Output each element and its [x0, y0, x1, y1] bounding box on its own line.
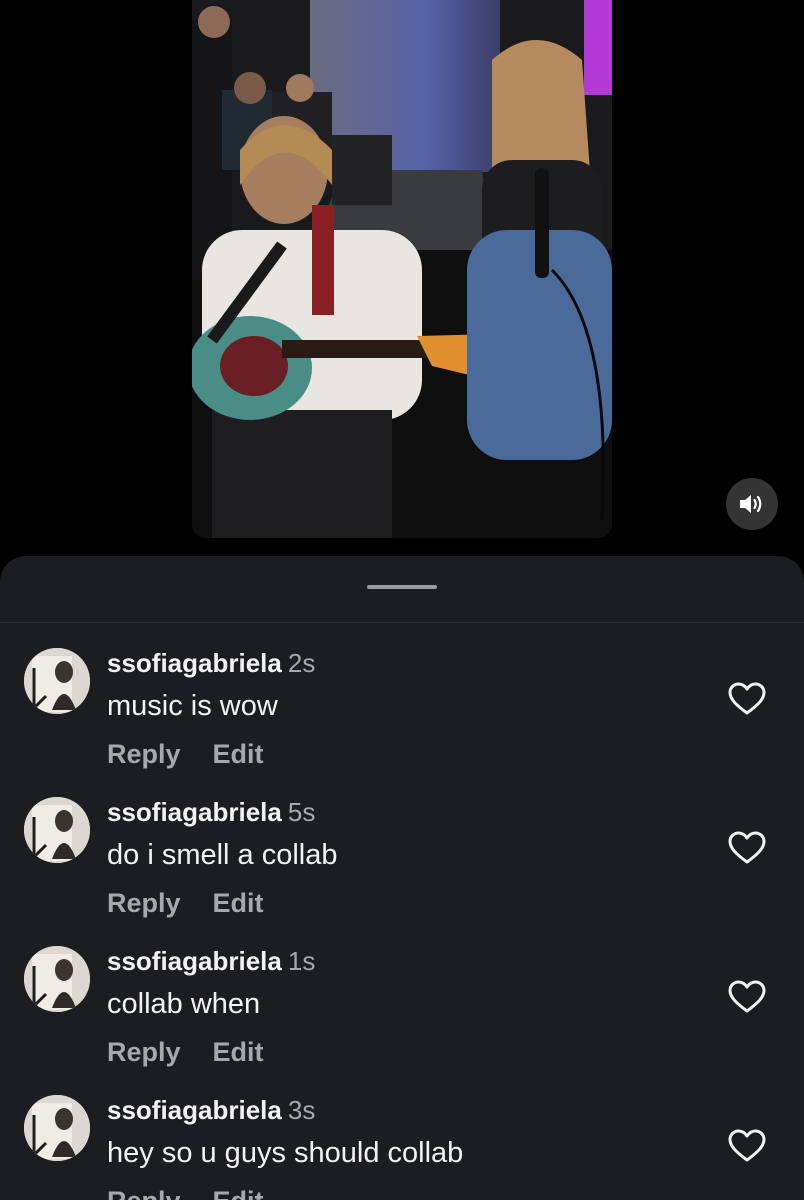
reply-button[interactable]: Reply [107, 888, 181, 918]
like-heart-icon[interactable] [728, 980, 766, 1014]
reply-button[interactable]: Reply [107, 739, 181, 769]
sheet-divider [0, 622, 804, 623]
comment-text: music is wow [107, 690, 278, 722]
comment-actions: Reply Edit [107, 738, 264, 770]
comment-header: ssofiagabriela 3s [107, 1095, 315, 1125]
comment-text: hey so u guys should collab [107, 1137, 464, 1169]
comment-item: ssofiagabriela 3s hey so u guys should co… [0, 1095, 804, 1200]
avatar-photo [24, 797, 90, 863]
comment-item: ssofiagabriela 2s music is wow Reply Edit [0, 648, 804, 797]
video-area [0, 0, 804, 560]
avatar[interactable] [24, 648, 90, 714]
comment-actions: Reply Edit [107, 887, 264, 919]
comment-item: ssofiagabriela 1s collab when Reply Edit [0, 946, 804, 1095]
avatar-photo [24, 1095, 90, 1161]
comment-text: do i smell a collab [107, 839, 338, 871]
comment-timestamp: 5s [287, 797, 316, 827]
avatar[interactable] [24, 946, 90, 1012]
edit-button[interactable]: Edit [213, 1037, 264, 1067]
comment-timestamp: 2s [287, 648, 316, 678]
speaker-on-icon [740, 495, 762, 513]
sound-toggle-button[interactable] [726, 478, 778, 530]
comment-username[interactable]: ssofiagabriela [107, 1095, 282, 1125]
avatar[interactable] [24, 797, 90, 863]
comment-username[interactable]: ssofiagabriela [107, 797, 282, 827]
avatar-photo [24, 648, 90, 714]
comment-item: ssofiagabriela 5s do i smell a collab Rep… [0, 797, 804, 946]
reply-button[interactable]: Reply [107, 1037, 181, 1067]
video-frame [192, 0, 612, 538]
reply-button[interactable]: Reply [107, 1186, 181, 1200]
comments-sheet: ssofiagabriela 2s music is wow Reply Edit … [0, 556, 804, 1200]
edit-button[interactable]: Edit [213, 739, 264, 769]
drag-handle[interactable] [367, 585, 437, 589]
comment-text: collab when [107, 988, 261, 1020]
comment-actions: Reply Edit [107, 1036, 264, 1068]
comment-header: ssofiagabriela 1s [107, 946, 315, 976]
avatar[interactable] [24, 1095, 90, 1161]
comment-timestamp: 1s [287, 946, 316, 976]
comment-header: ssofiagabriela 5s [107, 797, 315, 827]
comment-timestamp: 3s [287, 1095, 316, 1125]
like-heart-icon[interactable] [728, 831, 766, 865]
comment-header: ssofiagabriela 2s [107, 648, 315, 678]
video-player[interactable] [192, 0, 612, 538]
comment-username[interactable]: ssofiagabriela [107, 648, 282, 678]
avatar-photo [24, 946, 90, 1012]
edit-button[interactable]: Edit [213, 888, 264, 918]
comment-username[interactable]: ssofiagabriela [107, 946, 282, 976]
edit-button[interactable]: Edit [213, 1186, 264, 1200]
like-heart-icon[interactable] [728, 1129, 766, 1163]
like-heart-icon[interactable] [728, 682, 766, 716]
comment-actions: Reply Edit [107, 1185, 264, 1200]
